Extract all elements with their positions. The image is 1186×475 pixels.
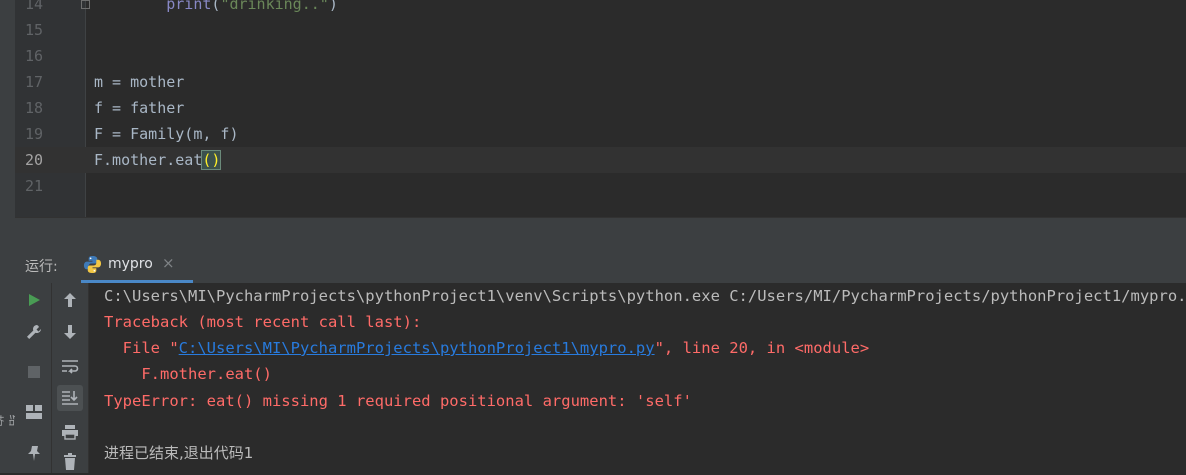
panel-separator[interactable]	[15, 217, 1186, 249]
code-line-19: 19 F = Family(m, f)	[15, 121, 1186, 147]
code-line-20-current: 20 F.mother.eat()	[15, 147, 1186, 173]
stop-button[interactable]	[21, 359, 47, 385]
wrap-icon	[62, 360, 79, 374]
scroll-to-end-button[interactable]	[57, 385, 83, 411]
scroll-down-button[interactable]	[57, 319, 83, 345]
code-line-16: 16	[15, 43, 1186, 69]
left-tool-strip: 结构	[0, 0, 22, 473]
matched-parens: ()	[201, 150, 222, 170]
play-icon	[29, 294, 40, 306]
code-line-14: 14 print("drinking..")	[15, 0, 1186, 17]
printer-icon	[62, 425, 78, 440]
code-line-17: 17 m = mother	[15, 69, 1186, 95]
code-line-18: 18 f = father	[15, 95, 1186, 121]
console-code-echo-line: F.mother.eat()	[104, 365, 272, 383]
pin-tab-button[interactable]	[21, 441, 47, 467]
print-button[interactable]	[57, 419, 83, 445]
line-number: 15	[24, 21, 43, 39]
code-text: F.mother.eat()	[94, 150, 222, 170]
python-icon	[83, 255, 102, 274]
console-exit-line: 进程已结束,退出代码1	[104, 444, 254, 462]
rerun-button[interactable]	[21, 287, 47, 313]
code-line-15: 15	[15, 17, 1186, 43]
clear-all-button[interactable]	[57, 449, 83, 475]
console-command-line: C:\Users\MI\PycharmProjects\pythonProjec…	[104, 287, 1186, 305]
code-text: F = Family(m, f)	[94, 125, 239, 143]
fold-marker-icon[interactable]	[81, 0, 90, 9]
line-number: 17	[24, 73, 43, 91]
arrow-up-icon	[64, 293, 76, 307]
arrow-down-icon	[64, 325, 76, 339]
run-tool-window-header: 运行: mypro ×	[15, 248, 1186, 284]
wrench-icon	[27, 325, 41, 339]
run-toolbar-secondary	[52, 283, 89, 473]
soft-wrap-button[interactable]	[57, 353, 83, 379]
line-number: 16	[24, 47, 43, 65]
run-toolbar-primary	[15, 283, 52, 473]
source-file-link[interactable]: C:\Users\MI\PycharmProjects\pythonProjec…	[179, 339, 655, 357]
code-line-21: 21	[15, 173, 1186, 199]
trash-icon	[64, 453, 76, 470]
console-output[interactable]: C:\Users\MI\PycharmProjects\pythonProjec…	[89, 283, 1186, 473]
scroll-up-button[interactable]	[57, 287, 83, 313]
run-label: 运行:	[25, 259, 58, 275]
line-number: 14	[24, 0, 43, 13]
run-tab-label: mypro	[108, 256, 153, 272]
code-text: print("drinking..")	[166, 0, 338, 13]
scroll-to-end-icon	[62, 391, 78, 405]
console-error-line: TypeError: eat() missing 1 required posi…	[104, 392, 692, 410]
line-number: 20	[24, 151, 43, 169]
code-editor[interactable]: 14 print("drinking..") 15 16 17 m = moth…	[15, 0, 1186, 217]
console-file-line: File "C:\Users\MI\PycharmProjects\python…	[104, 339, 870, 357]
run-tab-mypro[interactable]: mypro ×	[81, 248, 193, 283]
stop-icon	[28, 366, 40, 378]
edit-configuration-button[interactable]	[21, 319, 47, 345]
close-icon[interactable]: ×	[162, 254, 175, 272]
console-traceback-line: Traceback (most recent call last):	[104, 313, 422, 331]
line-number: 19	[24, 125, 43, 143]
line-number: 18	[24, 99, 43, 117]
layout-button[interactable]	[21, 399, 47, 425]
pin-icon	[28, 446, 40, 461]
code-text: f = father	[94, 99, 185, 117]
layout-icon	[26, 405, 42, 419]
line-number: 21	[24, 177, 43, 195]
code-text: m = mother	[94, 73, 185, 91]
